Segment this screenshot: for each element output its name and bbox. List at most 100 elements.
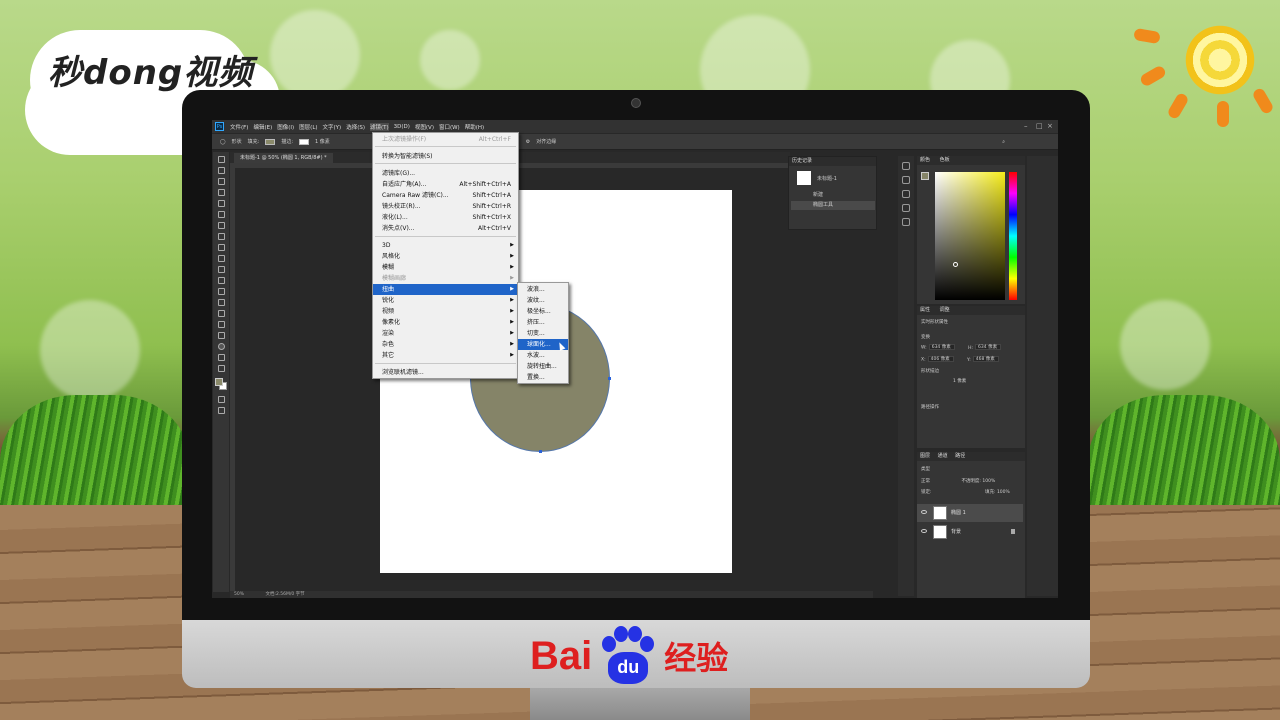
dodge-tool-icon[interactable] [217, 299, 225, 306]
menu-item-render[interactable]: 渲染 ▶ [373, 328, 518, 339]
menu-window[interactable]: 窗口(W) [439, 123, 460, 131]
ellipse-tool-preset-icon[interactable]: ◯ [220, 139, 226, 145]
submenu-item-displace[interactable]: 置换... [518, 372, 568, 383]
menu-item-blur[interactable]: 模糊 ▶ [373, 262, 518, 273]
tab-adjustments[interactable]: 调整 [940, 307, 950, 313]
tab-layers[interactable]: 图层 [920, 453, 930, 459]
history-item[interactable]: 新建 [791, 191, 875, 200]
quick-mask-icon[interactable] [217, 396, 225, 403]
tab-channels[interactable]: 通道 [938, 453, 948, 459]
document-tab[interactable]: 未标题-1 @ 50% (椭圆 1, RGB/8#) * [234, 153, 333, 163]
tab-properties[interactable]: 属性 [920, 307, 930, 313]
history-brush-tool-icon[interactable] [217, 255, 225, 262]
search-icon[interactable]: ⌕ [1002, 139, 1005, 145]
menu-item-camera-raw[interactable]: Camera Raw 滤镜(C)... Shift+Ctrl+A [373, 190, 518, 201]
close-icon[interactable]: × [1047, 122, 1053, 130]
menu-item-smart-filter[interactable]: 转换为智能滤镜(S) [373, 151, 518, 162]
layer-kind-filter[interactable]: 类型 [921, 466, 930, 474]
menu-layer[interactable]: 图层(L) [299, 123, 317, 131]
menu-item-browse-online[interactable]: 浏览联机滤镜... [373, 367, 518, 378]
menu-view[interactable]: 视图(V) [415, 123, 434, 131]
submenu-item-pinch[interactable]: 挤压... [518, 317, 568, 328]
submenu-item-ripple[interactable]: 波纹... [518, 295, 568, 306]
hue-slider[interactable] [1009, 172, 1017, 300]
path-ops-section[interactable]: 路径操作 [921, 404, 939, 412]
menu-item-distort[interactable]: 扭曲 ▶ [373, 284, 518, 295]
healing-tool-icon[interactable] [217, 222, 225, 229]
menu-item-sharpen[interactable]: 锐化 ▶ [373, 295, 518, 306]
menu-item-video[interactable]: 视频 ▶ [373, 306, 518, 317]
menu-item-noise[interactable]: 杂色 ▶ [373, 339, 518, 350]
minimize-icon[interactable]: – [1024, 122, 1028, 130]
menu-item-liquify[interactable]: 液化(L)... Shift+Ctrl+X [373, 212, 518, 223]
blend-mode-select[interactable]: 正常 不透明度: 100% [921, 478, 995, 486]
info-icon[interactable] [902, 162, 910, 170]
menu-filter[interactable]: 滤镜(T) [369, 122, 389, 131]
submenu-item-twirl[interactable]: 旋转扭曲... [518, 361, 568, 372]
transform-section[interactable]: 变换 [921, 334, 930, 342]
menu-item-other[interactable]: 其它 ▶ [373, 350, 518, 361]
history-snapshot-thumb[interactable] [797, 171, 811, 185]
menu-3d[interactable]: 3D(D) [394, 124, 410, 130]
menu-item-filter-gallery[interactable]: 滤镜库(G)... [373, 168, 518, 179]
move-tool-icon[interactable] [217, 156, 225, 163]
menu-item-3d[interactable]: 3D ▶ [373, 240, 518, 251]
position-field[interactable]: X: 406 像素 Y: 468 像素 [921, 356, 999, 364]
gradient-tool-icon[interactable] [217, 277, 225, 284]
paragraph-icon[interactable] [902, 190, 910, 198]
appearance-section[interactable]: 形状描边 [921, 368, 939, 376]
menu-item-adaptive-wide[interactable]: 自适应广角(A)... Alt+Shift+Ctrl+A [373, 179, 518, 190]
menu-item-vanishing-point[interactable]: 消失点(V)... Alt+Ctrl+V [373, 223, 518, 234]
crop-tool-icon[interactable] [217, 200, 225, 207]
gear-icon[interactable]: ⚙ [526, 139, 530, 145]
layer-row[interactable]: 背景 [917, 523, 1023, 541]
menu-image[interactable]: 图像(I) [277, 123, 294, 131]
brush-tool-icon[interactable] [217, 233, 225, 240]
tab-color[interactable]: 颜色 [920, 157, 930, 163]
submenu-item-zigzag[interactable]: 水波... [518, 350, 568, 361]
type-tool-icon[interactable] [217, 321, 225, 328]
layer-row[interactable]: 椭圆 1 [917, 504, 1023, 522]
anchor-point[interactable] [539, 450, 542, 453]
stamp-tool-icon[interactable] [217, 244, 225, 251]
history-item[interactable]: 椭圆工具 [791, 201, 875, 210]
marquee-tool-icon[interactable] [217, 167, 225, 174]
stroke-swatch[interactable] [299, 138, 309, 145]
width-field[interactable]: W: 634 像素 H: 634 像素 [921, 344, 1002, 352]
zoom-tool-icon[interactable] [217, 365, 225, 372]
hand-tool-icon[interactable] [217, 354, 225, 361]
3d-icon[interactable] [902, 218, 910, 226]
anchor-point[interactable] [608, 377, 611, 380]
fg-color-chip[interactable] [921, 172, 929, 180]
menu-item-pixelate[interactable]: 像素化 ▶ [373, 317, 518, 328]
eyedropper-tool-icon[interactable] [217, 211, 225, 218]
menu-edit[interactable]: 编辑(E) [253, 123, 272, 131]
stroke-size-input[interactable]: 1 像素 [315, 138, 330, 145]
blur-tool-icon[interactable] [217, 288, 225, 295]
shape-mode-select[interactable]: 形状 [232, 138, 242, 145]
tab-paths[interactable]: 路径 [955, 453, 965, 459]
tools-preset-icon[interactable] [902, 204, 910, 212]
align-edges-checkbox[interactable]: 对齐边缘 [536, 138, 556, 145]
stroke-width-field[interactable]: 1 像素 [953, 378, 966, 386]
menu-file[interactable]: 文件(F) [230, 123, 248, 131]
menu-type[interactable]: 文字(Y) [323, 123, 342, 131]
tab-swatches[interactable]: 色板 [940, 157, 950, 163]
fill-swatch[interactable] [265, 138, 276, 145]
color-picker-field[interactable] [935, 172, 1005, 300]
menu-item-lens-correction[interactable]: 镜头校正(R)... Shift+Ctrl+R [373, 201, 518, 212]
menu-item-stylize[interactable]: 风格化 ▶ [373, 251, 518, 262]
eye-icon[interactable] [921, 510, 927, 514]
foreground-background-colors[interactable] [215, 378, 227, 390]
lasso-tool-icon[interactable] [217, 178, 225, 185]
eye-icon[interactable] [921, 529, 927, 533]
pen-tool-icon[interactable] [217, 310, 225, 317]
submenu-item-shear[interactable]: 切变... [518, 328, 568, 339]
menu-help[interactable]: 帮助(H) [465, 123, 484, 131]
path-select-tool-icon[interactable] [217, 332, 225, 339]
screen-mode-icon[interactable] [217, 407, 225, 414]
eraser-tool-icon[interactable] [217, 266, 225, 273]
quick-select-tool-icon[interactable] [217, 189, 225, 196]
menu-select[interactable]: 选择(S) [346, 123, 365, 131]
submenu-item-polar[interactable]: 极坐标... [518, 306, 568, 317]
